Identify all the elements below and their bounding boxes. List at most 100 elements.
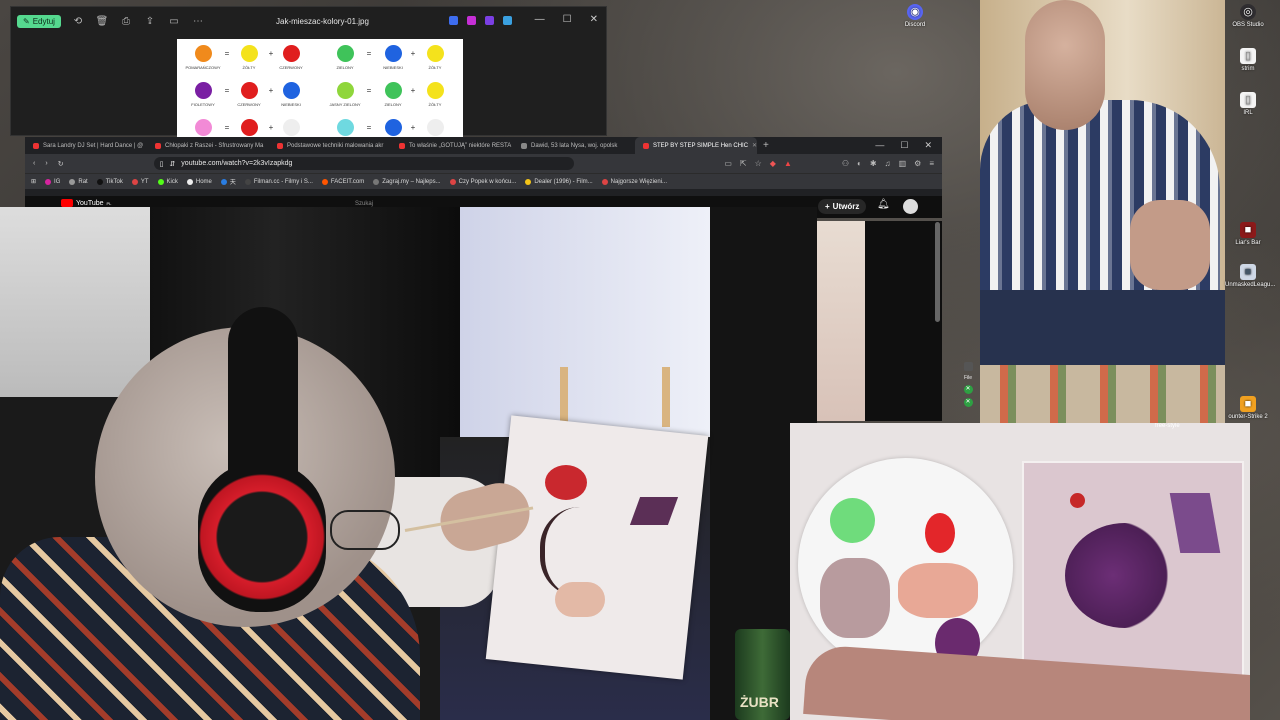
youtube-logo[interactable]: YouTube PL (61, 199, 111, 207)
share-icon[interactable]: ⇱ (740, 159, 747, 168)
close-button[interactable]: ✕ (924, 140, 932, 151)
tab[interactable]: Dawid, 53 lata Nysa, woj. opolsk (513, 137, 635, 154)
scrollbar[interactable] (935, 222, 940, 322)
game-icon: ■ (1240, 396, 1256, 412)
bookmark-item[interactable]: Filman.cc - Filmy i S... (244, 178, 313, 185)
tab-active[interactable]: STEP BY STEP SIMPLE Hen CHIC ✕ (635, 137, 757, 154)
color-name: NIEBIESKI (383, 65, 403, 70)
obs-file-label[interactable]: File (964, 375, 972, 381)
color-swatch (415, 119, 455, 137)
menu-icon[interactable]: ≡ (929, 159, 934, 168)
plus-sign: + (410, 49, 416, 58)
url-text: youtube.com/watch?v=2k3vIzapkdg (181, 160, 293, 167)
bookmark-icon (449, 178, 456, 185)
bookmark-icon (220, 178, 227, 185)
desktop-icon-strim[interactable]: ▯ strim (1225, 48, 1271, 72)
bookmark-label: Kick (166, 178, 178, 185)
color-swatch (373, 119, 413, 137)
bookmark-item[interactable]: FACEIT.com (321, 178, 364, 185)
app-icon-1[interactable] (449, 16, 458, 25)
audio-icon[interactable]: ◐ (857, 159, 862, 168)
bookmark-page-icon[interactable]: ▯ (160, 160, 164, 168)
app-icon-3[interactable] (485, 16, 494, 25)
share-icon[interactable]: ⇪ (143, 16, 157, 27)
minimize-button[interactable]: — (875, 140, 884, 151)
star-icon[interactable]: ☆ (755, 159, 762, 168)
tab-title: Sara Landry DJ Set | Hard Dance | @ (43, 142, 144, 149)
screenshot-icon[interactable]: ▭ (724, 159, 732, 168)
tab[interactable]: Podstawowe techniki malowania akr (269, 137, 391, 154)
edit-button[interactable]: ✎ Edytuj (17, 14, 61, 28)
plus-sign: + (410, 86, 416, 95)
forward-icon[interactable]: › (45, 160, 47, 167)
music-icon[interactable]: ♫ (885, 159, 891, 168)
video-thumbnail[interactable] (817, 221, 865, 421)
site-info-icon[interactable]: ⇵ (169, 160, 175, 168)
create-button[interactable]: + Utwórz (818, 199, 867, 214)
notifications-bell-icon[interactable]: 🔔︎ (877, 199, 890, 210)
bookmark-item[interactable]: Home (186, 178, 212, 185)
desktop-icon-counter-strike[interactable]: ■ ounter-Strike 2 (1225, 396, 1271, 420)
tab[interactable]: Sara Landry DJ Set | Hard Dance | @ (25, 137, 147, 154)
desktop-icon-irl[interactable]: ▯ IRL (1225, 92, 1271, 116)
game-icon: ■ (1240, 222, 1256, 238)
sidebar-icon[interactable]: ▥ (899, 159, 907, 168)
puzzle-icon[interactable]: ✱ (870, 159, 877, 168)
bookmark-item[interactable]: Czy Popek w końcu... (449, 178, 516, 185)
extension-icon[interactable]: ◆ (770, 159, 776, 168)
color-swatch: NIEBIESKI (373, 45, 413, 70)
vpn-icon[interactable]: ⚇ (842, 159, 849, 168)
bookmark-item[interactable]: Rat (69, 178, 88, 185)
color-swatch: ŻÓŁTY (415, 82, 455, 107)
viewer-filename: Jak-mieszac-kolory-01.jpg (276, 17, 369, 26)
extension-icons: ▭ ⇱ ☆ ◆ ▲ (724, 159, 792, 168)
bookmark-item[interactable]: TikTok (96, 178, 123, 185)
settings-icon[interactable]: ⚙ (914, 159, 921, 168)
maximize-button[interactable]: ☐ (563, 14, 572, 25)
close-button[interactable]: ✕ (590, 14, 598, 25)
back-icon[interactable]: ‹ (33, 160, 35, 167)
edit-label: Edytuj (32, 16, 55, 26)
reload-icon[interactable]: ↻ (58, 160, 64, 168)
extension-icon[interactable]: ▲ (784, 159, 792, 168)
navigation-bar: ‹ › ↻ ▯ ⇵ youtube.com/watch?v=2k3vIzapkd… (25, 154, 942, 173)
tab[interactable]: To właśnie „GOTUJĄ” niektóre RESTA (391, 137, 513, 154)
bookmark-item[interactable]: Zagraj.my – Najleps... (373, 178, 441, 185)
bookmark-item[interactable]: YT (131, 178, 149, 185)
color-swatch: CZERWONY (271, 45, 311, 70)
bookmark-item[interactable]: Kick (157, 178, 178, 185)
more-icon[interactable]: ⋯ (191, 16, 205, 27)
record-close-icon[interactable]: ✕ (963, 385, 973, 394)
desktop-icon-obs[interactable]: ◎ OBS Studio (1225, 4, 1271, 28)
maximize-button[interactable]: ☐ (900, 140, 908, 151)
bookmark-item[interactable]: 天 (220, 177, 236, 186)
color-name: FIOLETOWY (191, 102, 215, 107)
obs-toolbar-icon[interactable] (963, 362, 973, 371)
bookmark-item[interactable]: Najgorsze Więzieni... (601, 178, 667, 185)
avatar[interactable] (903, 199, 918, 214)
desktop-icon-liars-bar[interactable]: ■ Liar's Bar (1225, 222, 1271, 246)
stream-close-icon[interactable]: ✕ (963, 398, 973, 407)
slideshow-icon[interactable]: ▭ (167, 16, 181, 27)
desktop-icon-discord[interactable]: ◉ Discord (892, 4, 938, 28)
color-name: ŻÓŁTY (428, 65, 442, 70)
close-tab-icon[interactable]: ✕ (752, 142, 757, 149)
minimize-button[interactable]: — (535, 14, 545, 25)
app-icon-4[interactable] (503, 16, 512, 25)
address-bar[interactable]: ▯ ⇵ youtube.com/watch?v=2k3vIzapkdg (153, 157, 574, 170)
delete-icon[interactable]: 🗑 (95, 16, 109, 27)
new-tab-button[interactable]: + (763, 140, 769, 151)
bookmark-item[interactable]: IG (45, 178, 60, 185)
app-icon-2[interactable] (467, 16, 476, 25)
color-dot (194, 119, 212, 136)
print-icon[interactable]: ⎙ (119, 16, 133, 27)
tab[interactable]: Chłopaki z Raszei - Sfrustrowany Ma (147, 137, 269, 154)
bookmark-item[interactable]: Dealer (1996) - Film... (525, 178, 593, 185)
rotate-icon[interactable]: ⟲ (71, 16, 85, 27)
color-dot (384, 82, 402, 99)
color-name: ŻÓŁTY (428, 102, 442, 107)
color-name: CZERWONY (237, 102, 261, 107)
create-label: Utwórz (832, 202, 860, 211)
desktop-icon-unmasked-league[interactable]: ■ UnmaskedLeagu... (1225, 264, 1275, 288)
apps-grid-icon[interactable]: ⊞ (31, 178, 36, 185)
